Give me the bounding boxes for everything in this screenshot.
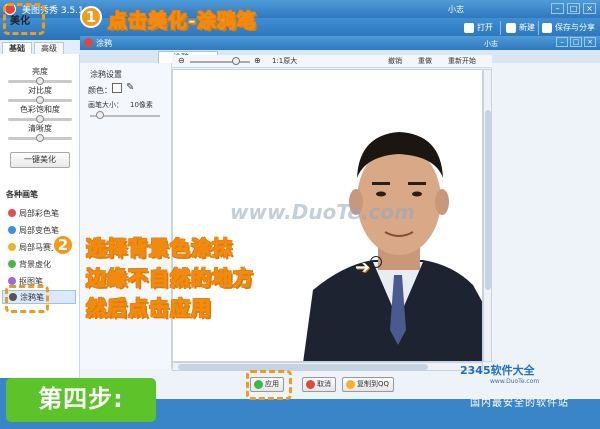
slider-knob[interactable] bbox=[36, 115, 44, 123]
brush-cursor-icon bbox=[370, 256, 382, 268]
slider-brightness: 亮度 bbox=[0, 66, 80, 85]
step1-badge: 1 bbox=[80, 6, 102, 28]
horizontal-scrollbar[interactable] bbox=[172, 362, 483, 371]
slider-contrast: 对比度 bbox=[0, 85, 80, 104]
close-button[interactable]: × bbox=[583, 3, 596, 14]
step4-label: 第四步: bbox=[6, 378, 156, 422]
plus-icon bbox=[506, 22, 516, 33]
save-icon bbox=[542, 22, 552, 33]
brush-size-value: 10像素 bbox=[130, 101, 153, 109]
zoom-in-icon[interactable]: ⊕ bbox=[254, 56, 261, 65]
brush-blur-icon bbox=[8, 260, 16, 268]
brand-logo: 2345软件大全 bbox=[460, 364, 535, 377]
arrow-right-icon: ➔ bbox=[355, 257, 371, 278]
canvas-toolbar: ⊖ ⊕ 1:1原大 撤销 重做 重新开始 bbox=[172, 55, 492, 68]
doodle-settings-panel: 涂鸦设置 颜色： ✎ 画笔大小： 10像素 bbox=[80, 63, 172, 369]
dialog-logo-icon bbox=[84, 38, 93, 47]
brush-item-color[interactable]: 局部彩色笔 bbox=[8, 206, 59, 220]
brush-size-label: 画笔大小： bbox=[88, 101, 123, 109]
redo-button[interactable]: 重做 bbox=[418, 56, 432, 66]
actual-size-button[interactable]: 1:1原大 bbox=[272, 56, 297, 66]
tab-advanced[interactable]: 高级 bbox=[34, 42, 64, 54]
doodle-settings-title: 涂鸦设置 bbox=[90, 70, 122, 79]
dialog-title: 涂鸦 bbox=[96, 39, 112, 48]
brushes-header: 各种画笔 bbox=[6, 190, 38, 199]
open-button[interactable]: 打开 bbox=[464, 22, 493, 33]
eyedropper-icon[interactable]: ✎ bbox=[126, 82, 134, 93]
save-share-button[interactable]: 保存与分享 bbox=[542, 22, 595, 33]
slider-knob[interactable] bbox=[36, 134, 44, 142]
dialog-close-button[interactable]: × bbox=[584, 37, 596, 47]
dialog-user-menu[interactable]: 小志 bbox=[484, 39, 498, 49]
color-swatch[interactable] bbox=[112, 83, 122, 93]
step2-line2: 边缘不自然的地方 bbox=[86, 266, 254, 291]
brush-mosaic-icon bbox=[8, 243, 16, 251]
highlight-apply-button bbox=[246, 370, 292, 400]
slider-knob[interactable] bbox=[36, 77, 44, 85]
dialog-titlebar: 涂鸦 小志 – □ × bbox=[80, 36, 600, 50]
new-button[interactable]: 新建 bbox=[506, 22, 535, 33]
brush-recolor-icon bbox=[8, 226, 16, 234]
highlight-doodle-brush bbox=[5, 285, 49, 313]
main-tab-row: 基础 高级 bbox=[0, 40, 80, 54]
vertical-scrollbar[interactable] bbox=[483, 69, 492, 362]
step2-line1: 选择背景色涂抹 bbox=[86, 236, 233, 261]
slider-knob[interactable] bbox=[36, 96, 44, 104]
tab-basic[interactable]: 基础 bbox=[2, 42, 32, 54]
watermark-text: www.DuoTe.com bbox=[230, 200, 415, 224]
dialog-button-bar: 应用 取消 复制到QQ bbox=[172, 371, 492, 399]
folder-icon bbox=[464, 22, 474, 33]
brush-cutout-icon bbox=[8, 277, 16, 285]
restart-button[interactable]: 重新开始 bbox=[448, 56, 476, 66]
color-label: 颜色： bbox=[88, 86, 112, 95]
step1-text: 点击美化-涂鸦笔 bbox=[108, 10, 257, 33]
copy-to-qq-button[interactable]: 复制到QQ bbox=[342, 377, 395, 392]
undo-button[interactable]: 撤销 bbox=[388, 56, 402, 66]
brush-size-knob[interactable] bbox=[96, 111, 104, 119]
app-user-menu[interactable]: 小志 bbox=[448, 4, 464, 15]
step2-badge: 2 bbox=[52, 234, 74, 256]
one-click-beautify-button[interactable]: 一键美化 bbox=[10, 152, 70, 168]
brand-tagline: 国内最安全的软件站 bbox=[470, 398, 569, 409]
dialog-maximize-button[interactable]: □ bbox=[570, 37, 582, 47]
dialog-minimize-button[interactable]: – bbox=[556, 37, 568, 47]
zoom-knob[interactable] bbox=[232, 57, 240, 65]
slider-saturation: 色彩饱和度 bbox=[0, 104, 80, 123]
brand-site: www.DuoTe.com bbox=[490, 378, 540, 385]
zoom-slider[interactable] bbox=[190, 61, 250, 63]
brush-item-recolor[interactable]: 局部变色笔 bbox=[8, 223, 59, 237]
left-panel: 亮度 对比度 色彩饱和度 清晰度 一键美化 各种画笔 局部彩色笔 局部变色笔 局… bbox=[0, 54, 80, 378]
slider-sharpness: 清晰度 bbox=[0, 123, 80, 142]
brush-color-icon bbox=[8, 209, 16, 217]
beautify-tab[interactable]: 美化 bbox=[10, 12, 30, 27]
brush-item-blur[interactable]: 背景虚化 bbox=[8, 257, 51, 271]
qq-icon bbox=[346, 380, 355, 389]
step2-line3: 然后点击应用 bbox=[86, 296, 212, 321]
cancel-icon bbox=[306, 380, 315, 389]
cancel-button[interactable]: 取消 bbox=[302, 377, 336, 392]
zoom-out-icon[interactable]: ⊖ bbox=[178, 56, 185, 65]
maximize-button[interactable]: □ bbox=[567, 3, 580, 14]
minimize-button[interactable]: – bbox=[551, 3, 564, 14]
